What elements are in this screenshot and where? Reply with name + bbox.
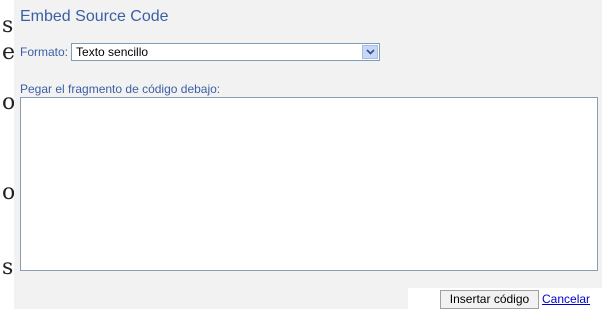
insert-code-button[interactable]: Insertar código bbox=[440, 290, 539, 309]
footer-strip bbox=[14, 288, 408, 309]
code-input-label: Pegar el fragmento de código debajo: bbox=[20, 82, 221, 96]
format-row: Formato: Texto sencillo bbox=[20, 42, 381, 62]
format-select[interactable]: Texto sencillo bbox=[71, 43, 381, 61]
background-page-text: s e o o s bbox=[0, 0, 15, 309]
cancel-link[interactable]: Cancelar bbox=[542, 292, 590, 306]
code-input[interactable] bbox=[20, 97, 598, 271]
background-letter: s bbox=[2, 255, 14, 280]
background-letter: s bbox=[2, 13, 14, 38]
embed-code-dialog: Embed Source Code Formato: Texto sencill… bbox=[14, 0, 602, 288]
format-selected-value: Texto sencillo bbox=[76, 45, 149, 59]
chevron-down-icon[interactable] bbox=[362, 45, 379, 59]
dialog-title: Embed Source Code bbox=[20, 8, 169, 25]
format-label: Formato: bbox=[20, 45, 69, 59]
chevron-down-glyph bbox=[365, 49, 375, 55]
